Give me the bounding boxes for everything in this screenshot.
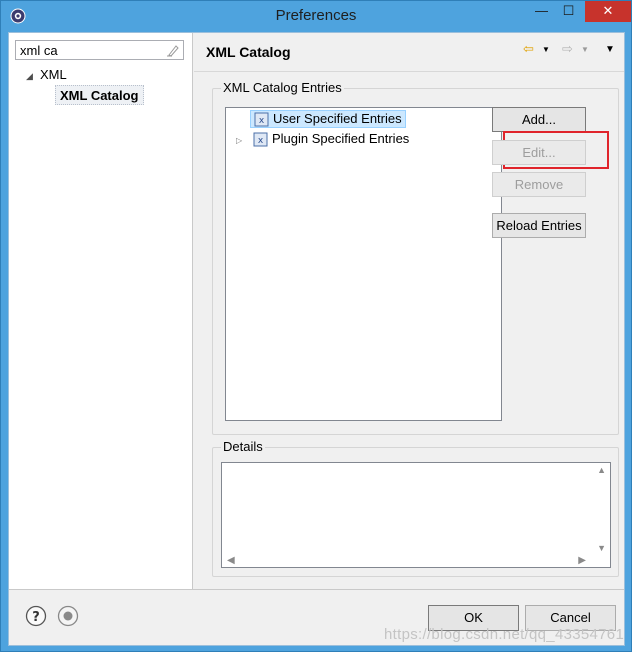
preferences-window: Preferences — ☐ ✕ xml ca ◢ XML XML Catal… xyxy=(0,0,632,652)
details-group: Details ▲ ▼ ◀ ▶ xyxy=(212,439,619,577)
preference-nav-pane: xml ca ◢ XML XML Catalog xyxy=(9,33,193,589)
expand-arrow-icon[interactable]: ◢ xyxy=(26,71,33,82)
maximize-button[interactable]: ☐ xyxy=(555,1,582,22)
tree-item-xml[interactable]: XML xyxy=(40,67,67,82)
edit-button[interactable]: Edit... xyxy=(492,140,586,165)
back-arrow-icon[interactable]: ⇦ xyxy=(523,41,534,57)
help-icon[interactable]: ? xyxy=(25,605,47,627)
preference-page: XML Catalog ⇦ ▼ ⇨ ▼ ▼ XML Catalog Entrie… xyxy=(194,33,624,589)
tree-item-user-entries[interactable]: x User Specified Entries xyxy=(250,110,406,128)
remove-button[interactable]: Remove xyxy=(492,172,586,197)
page-title: XML Catalog xyxy=(206,44,291,60)
catalog-entries-label: XML Catalog Entries xyxy=(221,80,344,95)
xml-catalog-icon: x xyxy=(253,132,268,147)
dialog-client-area: xml ca ◢ XML XML Catalog XML Catalog ⇦ ▼… xyxy=(8,32,625,646)
title-bar: Preferences — ☐ ✕ xyxy=(1,1,631,32)
catalog-entries-tree[interactable]: x User Specified Entries ▷ x Plugin Spec… xyxy=(225,107,502,421)
scroll-up-icon[interactable]: ▲ xyxy=(597,465,606,475)
expand-arrow-icon[interactable]: ▷ xyxy=(236,136,242,145)
add-button[interactable]: Add... xyxy=(492,107,586,132)
filter-input-value[interactable]: xml ca xyxy=(20,43,58,58)
scroll-down-icon[interactable]: ▼ xyxy=(597,543,606,553)
reload-entries-button[interactable]: Reload Entries xyxy=(492,213,586,238)
scroll-left-icon[interactable]: ◀ xyxy=(227,555,235,566)
footer-divider xyxy=(9,589,624,590)
forward-dropdown-icon[interactable]: ▼ xyxy=(581,45,589,54)
svg-text:x: x xyxy=(259,116,265,126)
record-icon[interactable] xyxy=(57,605,79,627)
clear-filter-icon[interactable] xyxy=(166,44,179,57)
svg-text:?: ? xyxy=(32,610,40,625)
close-button[interactable]: ✕ xyxy=(585,1,631,22)
back-dropdown-icon[interactable]: ▼ xyxy=(542,45,550,54)
entry-label: User Specified Entries xyxy=(273,111,402,126)
title-divider xyxy=(194,71,624,72)
view-menu-icon[interactable]: ▼ xyxy=(605,44,615,55)
tree-item-plugin-entries[interactable]: x Plugin Specified Entries xyxy=(250,131,412,149)
watermark-text: https://blog.csdn.net/qq_43354761 xyxy=(384,626,625,643)
xml-catalog-icon: x xyxy=(254,112,269,127)
minimize-button[interactable]: — xyxy=(528,1,555,22)
svg-text:x: x xyxy=(258,136,264,146)
tree-item-xml-catalog[interactable]: XML Catalog xyxy=(55,85,144,105)
details-text-area[interactable]: ▲ ▼ ◀ ▶ xyxy=(221,462,611,568)
entry-label: Plugin Specified Entries xyxy=(272,131,410,146)
filter-input[interactable]: xml ca xyxy=(15,40,184,60)
forward-arrow-icon[interactable]: ⇨ xyxy=(562,41,573,57)
page-navigation: ⇦ ▼ ⇨ ▼ ▼ xyxy=(523,41,623,59)
details-label: Details xyxy=(221,439,265,454)
scroll-right-icon[interactable]: ▶ xyxy=(578,555,586,566)
